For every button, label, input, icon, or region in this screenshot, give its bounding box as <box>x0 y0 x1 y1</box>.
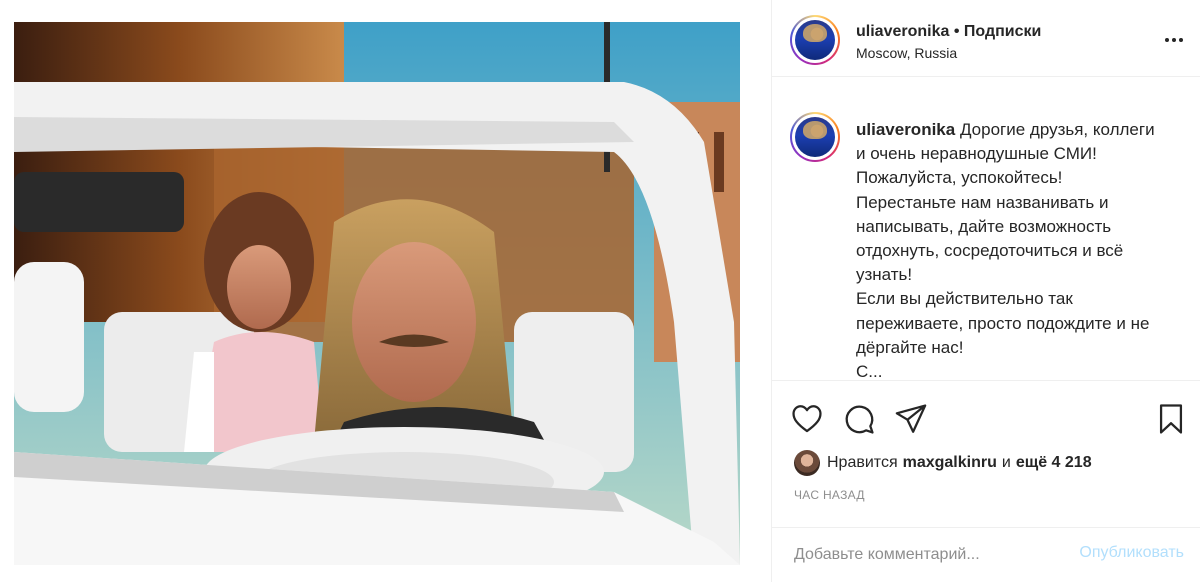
caption-author-avatar[interactable] <box>790 112 840 162</box>
publish-button[interactable]: Опубликовать <box>1079 544 1184 562</box>
likes-prefix: Нравится <box>827 454 898 471</box>
action-bar <box>772 396 1200 442</box>
likes-count[interactable]: ещё 4 218 <box>1016 454 1092 472</box>
author-avatar[interactable] <box>790 15 840 65</box>
more-options-icon[interactable] <box>1162 28 1186 52</box>
caption-username[interactable]: uliaveronika <box>856 120 955 139</box>
post-header: uliaveronika • Подписки Moscow, Russia <box>772 0 1200 77</box>
author-username[interactable]: uliaveronika <box>856 23 949 40</box>
location-link[interactable]: Moscow, Russia <box>856 45 957 61</box>
comment-bar: Опубликовать <box>772 527 1200 582</box>
heart-icon[interactable] <box>790 402 824 436</box>
liker-avatar <box>794 450 820 476</box>
paper-plane-icon[interactable] <box>894 402 928 436</box>
author-line: uliaveronika • Подписки <box>856 23 1041 41</box>
following-button[interactable]: Подписки <box>964 23 1041 40</box>
caption-text: uliaveronika Дорогие друзья, коллеги и о… <box>856 118 1166 381</box>
speech-bubble-icon[interactable] <box>842 402 876 436</box>
bookmark-icon[interactable] <box>1154 402 1188 436</box>
media-pane <box>0 0 771 582</box>
post-timestamp[interactable]: ЧАС НАЗАД <box>794 488 865 502</box>
liker-username[interactable]: maxgalkinru <box>903 454 997 472</box>
caption-line: Если вы действительно так переживаете, п… <box>856 289 1150 357</box>
caption-line: Перестаньте нам названивать и написывать… <box>856 192 1124 285</box>
likes-summary[interactable]: Нравится maxgalkinru и ещё 4 218 <box>794 450 1092 476</box>
post-photo[interactable] <box>14 22 740 565</box>
separator-dot: • <box>953 23 960 40</box>
likes-conjunction: и <box>1001 454 1011 471</box>
post-sidebar: uliaveronika • Подписки Moscow, Russia u… <box>771 0 1200 582</box>
caption-area: uliaveronika Дорогие друзья, коллеги и о… <box>772 78 1200 381</box>
caption-line: С... <box>856 362 883 381</box>
comment-input[interactable] <box>794 543 1074 567</box>
caption-line: Пожалуйста, успокойтесь! <box>856 168 1063 188</box>
